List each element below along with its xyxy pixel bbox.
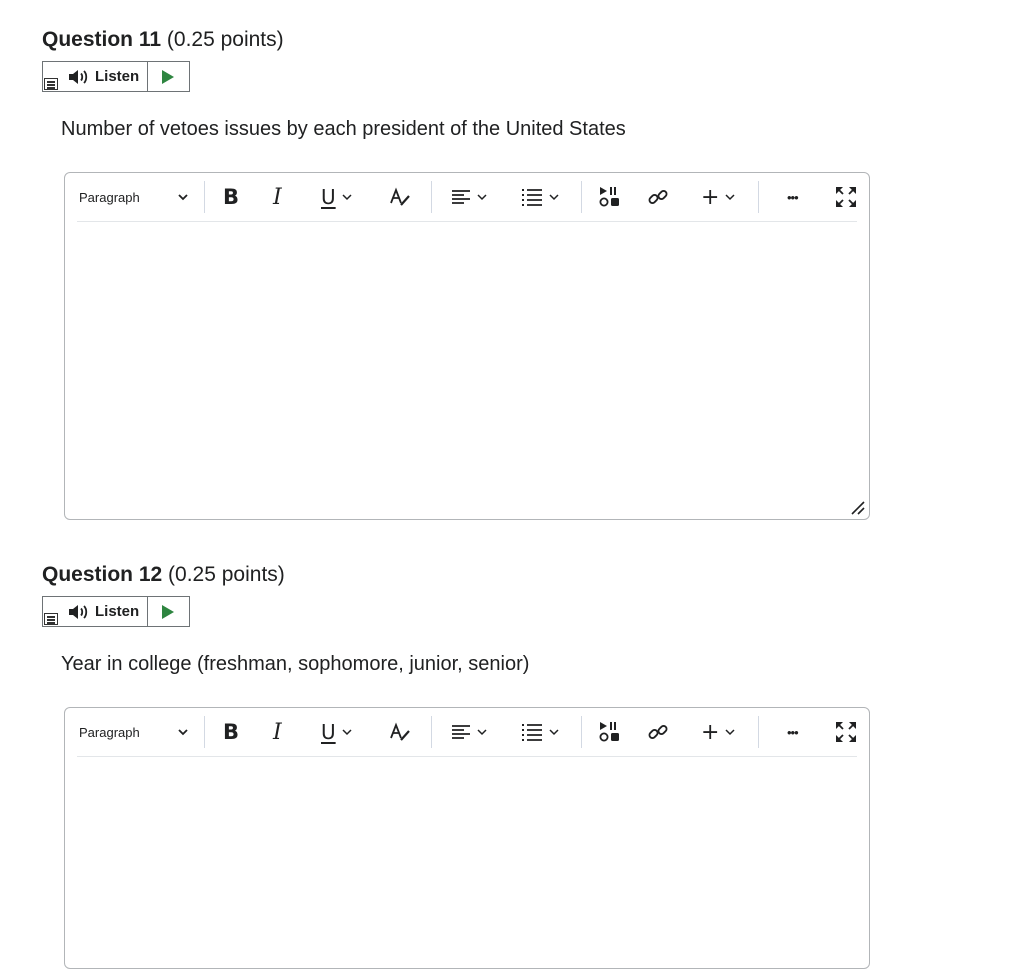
align-left-icon	[452, 725, 470, 739]
media-icon	[599, 722, 619, 742]
bullet-list-icon	[522, 189, 542, 206]
toolbar-separator	[758, 181, 759, 213]
more-actions-button[interactable]: •••	[787, 718, 799, 746]
toolbar-separator	[204, 716, 205, 748]
italic-button[interactable]: I	[273, 718, 282, 746]
italic-icon: I	[273, 719, 282, 745]
text-style-icon	[390, 187, 410, 206]
toolbar-bottom-border	[77, 756, 857, 757]
more-icon: •••	[787, 189, 799, 205]
toolbar-bottom-border	[77, 221, 857, 222]
chevron-down-icon	[549, 729, 559, 736]
chevron-down-icon	[342, 729, 352, 736]
underline-icon: U	[321, 185, 336, 209]
question-prompt: Year in college (freshman, sophomore, ju…	[61, 653, 530, 675]
format-select-value: Paragraph	[79, 724, 140, 740]
toolbar-separator	[758, 716, 759, 748]
insert-stuff-button[interactable]: +	[701, 183, 735, 211]
list-button[interactable]	[521, 183, 559, 211]
format-select[interactable]: Paragraph	[79, 718, 189, 746]
speaker-icon	[69, 605, 88, 619]
play-icon[interactable]	[161, 69, 175, 85]
text-style-icon	[390, 722, 410, 741]
media-icon	[599, 187, 619, 207]
fullscreen-button[interactable]	[835, 183, 857, 211]
more-actions-button[interactable]: •••	[787, 183, 799, 211]
list-button[interactable]	[521, 718, 559, 746]
bullet-list-icon	[522, 724, 542, 741]
chevron-down-icon	[342, 194, 352, 201]
insert-link-button[interactable]	[647, 183, 669, 211]
play-icon[interactable]	[161, 604, 175, 620]
underline-button[interactable]: U	[321, 183, 352, 211]
question-title: Question 12 (0.25 points)	[42, 563, 285, 587]
chevron-down-icon	[725, 729, 735, 736]
clear-format-button[interactable]	[388, 183, 412, 211]
chevron-down-icon	[477, 729, 487, 736]
readspeaker-menu-icon[interactable]	[44, 613, 58, 625]
align-button[interactable]	[451, 718, 487, 746]
resize-handle-icon[interactable]	[849, 499, 865, 515]
bold-button[interactable]: B	[223, 183, 239, 211]
editor-content-area[interactable]	[77, 229, 857, 495]
question-prompt: Number of vetoes issues by each presiden…	[61, 118, 626, 140]
fullscreen-button[interactable]	[835, 718, 857, 746]
format-select-value: Paragraph	[79, 189, 140, 205]
underline-button[interactable]: U	[321, 718, 352, 746]
align-left-icon	[452, 190, 470, 204]
toolbar-separator	[581, 181, 582, 213]
insert-stuff-button[interactable]: +	[701, 718, 735, 746]
insert-media-button[interactable]	[599, 718, 621, 746]
listen-divider	[147, 62, 148, 91]
toolbar-separator	[204, 181, 205, 213]
question-points: (0.25 points)	[168, 563, 285, 586]
align-button[interactable]	[451, 183, 487, 211]
chevron-down-icon	[725, 194, 735, 201]
answer-editor[interactable]: Paragraph B I U + •••	[64, 172, 870, 520]
listen-button-label[interactable]: Listen	[95, 68, 139, 85]
format-select[interactable]: Paragraph	[79, 183, 189, 211]
underline-icon: U	[321, 720, 336, 744]
italic-icon: I	[273, 184, 282, 210]
question-points: (0.25 points)	[166, 28, 284, 51]
speaker-icon	[69, 70, 88, 84]
toolbar-separator	[581, 716, 582, 748]
insert-link-button[interactable]	[647, 718, 669, 746]
editor-content-area[interactable]	[77, 764, 857, 944]
readspeaker-menu-icon[interactable]	[44, 78, 58, 90]
answer-editor[interactable]: Paragraph B I U + •••	[64, 707, 870, 969]
toolbar-separator	[431, 716, 432, 748]
bold-button[interactable]: B	[223, 718, 239, 746]
link-icon	[648, 725, 668, 739]
listen-widget[interactable]: Listen	[42, 61, 190, 92]
editor-toolbar: Paragraph B I U + •••	[65, 708, 869, 757]
fullscreen-icon	[836, 722, 856, 742]
listen-button-label[interactable]: Listen	[95, 603, 139, 620]
italic-button[interactable]: I	[273, 183, 282, 211]
fullscreen-icon	[836, 187, 856, 207]
editor-toolbar: Paragraph B I U + •••	[65, 173, 869, 222]
listen-divider	[147, 597, 148, 626]
plus-icon: +	[701, 719, 720, 745]
question-title: Question 11 (0.25 points)	[42, 28, 284, 52]
chevron-down-icon	[178, 194, 188, 201]
chevron-down-icon	[477, 194, 487, 201]
link-icon	[648, 190, 668, 204]
insert-media-button[interactable]	[599, 183, 621, 211]
bold-icon: B	[223, 185, 240, 209]
chevron-down-icon	[549, 194, 559, 201]
more-icon: •••	[787, 724, 799, 740]
question-number: Question 11	[42, 28, 162, 51]
bold-icon: B	[223, 720, 240, 744]
question-number: Question 12	[42, 563, 163, 586]
plus-icon: +	[701, 184, 720, 210]
chevron-down-icon	[178, 729, 188, 736]
toolbar-separator	[431, 181, 432, 213]
clear-format-button[interactable]	[388, 718, 412, 746]
listen-widget[interactable]: Listen	[42, 596, 190, 627]
